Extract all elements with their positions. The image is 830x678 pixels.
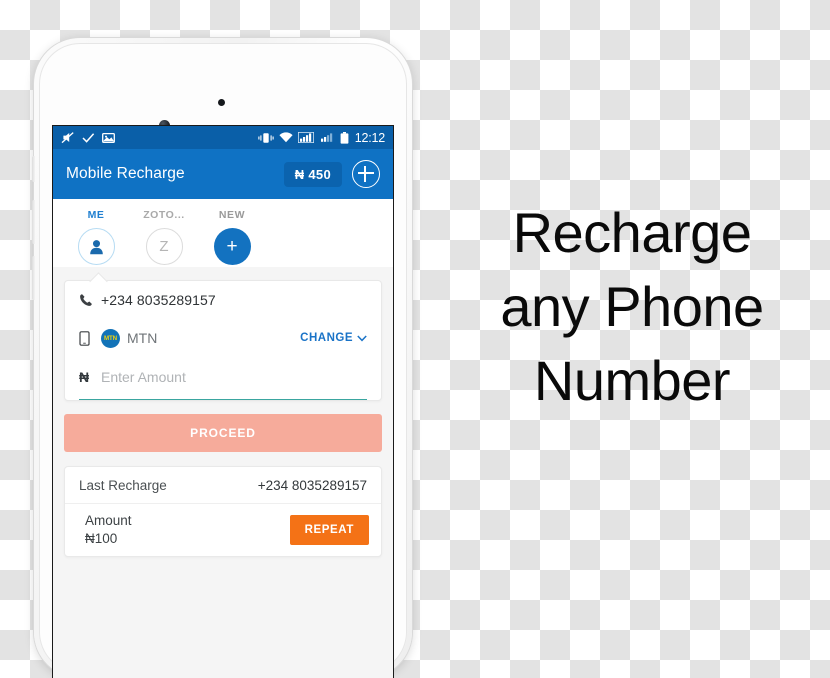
carrier-name: MTN: [127, 330, 158, 346]
change-label: CHANGE: [300, 332, 353, 344]
volume-up-button[interactable]: [32, 200, 35, 244]
tab-zoto-label: ZOTO...: [143, 209, 185, 221]
change-carrier-button[interactable]: CHANGE: [300, 332, 367, 344]
signal-sim1-icon: [297, 132, 314, 143]
headline-line-1: Recharge: [512, 201, 752, 264]
tab-new-label: NEW: [218, 209, 246, 221]
status-bar-clock: 12:12: [354, 130, 385, 145]
phone-device: 12:12 Mobile Recharge ₦ 450 ME ZOTO... Z…: [32, 38, 412, 678]
contact-tabs-bar: ME ZOTO... Z NEW +: [53, 199, 393, 267]
phone-handset-icon: [79, 293, 101, 307]
mute-icon: [61, 132, 74, 144]
screenshot-icon: [102, 132, 115, 143]
check-icon: [82, 132, 95, 143]
mtn-logo-icon: MTN: [101, 328, 120, 348]
phone-number-value: +234 8035289157: [101, 292, 216, 308]
last-recharge-header: Last Recharge +234 8035289157: [65, 467, 381, 504]
status-bar-right-icons: 12:12: [258, 131, 385, 145]
avatar-me[interactable]: [77, 228, 115, 265]
signal-sim2-icon: [320, 133, 332, 142]
screen-content: ME ZOTO... Z NEW + +234 8035289157 MTN M…: [53, 199, 393, 678]
last-recharge-number: +234 8035289157: [257, 477, 367, 493]
wifi-icon: [279, 132, 293, 143]
volume-down-button[interactable]: [32, 256, 35, 300]
chevron-down-icon: [357, 334, 367, 341]
amount-input[interactable]: Enter Amount: [101, 369, 186, 385]
vibrate-icon: [258, 132, 274, 143]
tab-me[interactable]: ME: [75, 209, 117, 265]
status-bar: 12:12: [53, 126, 393, 149]
proximity-sensor-icon: [218, 99, 225, 106]
naira-symbol-icon: ₦: [79, 369, 90, 385]
repeat-button[interactable]: REPEAT: [289, 515, 369, 546]
balance-chip[interactable]: ₦ 450: [283, 161, 342, 187]
status-bar-left-icons: [61, 131, 115, 144]
last-recharge-card: Last Recharge +234 8035289157 Amount ₦10…: [64, 466, 382, 558]
recharge-form-card: +234 8035289157 MTN MTN CHANGE ₦ Enter A…: [64, 272, 382, 401]
tab-new[interactable]: NEW +: [211, 209, 253, 265]
avatar-zoto[interactable]: Z: [145, 228, 183, 265]
page-title: Mobile Recharge: [66, 165, 185, 182]
phone-number-row[interactable]: +234 8035289157: [65, 281, 381, 319]
amount-label: Amount: [85, 513, 132, 528]
battery-icon: [340, 131, 349, 144]
headline-line-2: any Phone: [500, 274, 764, 338]
amount-input-row[interactable]: ₦ Enter Amount: [79, 361, 367, 400]
mobile-device-icon: [79, 330, 101, 346]
app-bar-actions: ₦ 450: [283, 160, 380, 188]
last-recharge-amount-block: Amount ₦100: [85, 512, 132, 548]
headline: Recharge any Phone Number: [452, 196, 812, 418]
person-icon: [89, 239, 103, 254]
phone-screen: 12:12 Mobile Recharge ₦ 450 ME ZOTO... Z…: [53, 126, 393, 678]
app-bar: Mobile Recharge ₦ 450: [53, 149, 393, 199]
last-recharge-title: Last Recharge: [79, 477, 167, 493]
last-recharge-body: Amount ₦100 REPEAT: [65, 504, 381, 556]
contact-tabs: ME ZOTO... Z NEW +: [75, 209, 371, 265]
plus-circle-icon[interactable]: [352, 160, 380, 188]
amount-value: ₦100: [85, 531, 118, 547]
proceed-button[interactable]: PROCEED: [64, 414, 382, 452]
add-contact-button[interactable]: +: [213, 228, 251, 265]
headline-line-3: Number: [533, 348, 731, 412]
tab-me-label: ME: [87, 209, 105, 221]
tab-zoto[interactable]: ZOTO... Z: [143, 209, 185, 265]
mute-switch[interactable]: [32, 156, 35, 182]
carrier-row[interactable]: MTN MTN CHANGE: [65, 319, 381, 357]
